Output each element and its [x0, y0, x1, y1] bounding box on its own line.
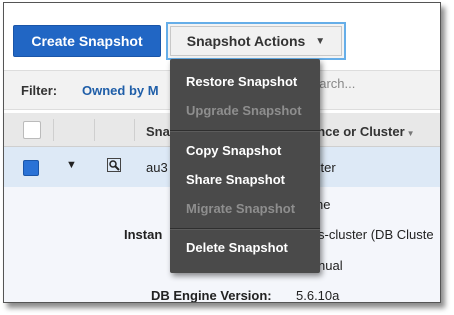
sort-caret-icon: ▼ [406, 129, 415, 138]
menu-item-delete-snapshot[interactable]: Delete Snapshot [186, 240, 288, 255]
column-divider [53, 119, 54, 141]
triangle-down-icon[interactable]: ▼ [66, 159, 77, 171]
create-snapshot-label: Create Snapshot [31, 33, 143, 49]
detail-value-engine-version: 5.6.10a [296, 288, 340, 303]
toolbar: Create Snapshot Snapshot Actions ▼ [4, 3, 440, 65]
menu-divider [170, 228, 320, 230]
chevron-down-icon: ▼ [315, 35, 326, 47]
detail-value-3: nual [318, 258, 343, 273]
select-all-checkbox[interactable] [23, 121, 41, 139]
menu-item-restore-snapshot[interactable]: Restore Snapshot [186, 74, 297, 89]
detail-value-instance: s-cluster (DB Cluste [318, 227, 434, 242]
menu-divider [170, 130, 320, 132]
column-header-snapshot[interactable]: Sna [146, 124, 170, 139]
snapshot-actions-menu: Restore Snapshot Upgrade Snapshot Copy S… [170, 59, 320, 273]
snapshot-actions-label: Snapshot Actions [186, 33, 306, 49]
column-header-instance-cluster-label: ance or Cluster [310, 124, 405, 139]
menu-item-migrate-snapshot: Migrate Snapshot [186, 201, 296, 216]
menu-item-share-snapshot[interactable]: Share Snapshot [186, 172, 285, 187]
column-header-instance-cluster[interactable]: ance or Cluster ▼ [310, 124, 415, 139]
filter-label: Filter: [21, 83, 58, 98]
app-window: Create Snapshot Snapshot Actions ▼ Filte… [3, 2, 441, 303]
column-divider [134, 119, 135, 141]
column-divider [94, 119, 95, 141]
detail-label-engine-version: DB Engine Version: [151, 288, 272, 303]
menu-item-upgrade-snapshot: Upgrade Snapshot [186, 103, 302, 118]
filter-owner-dropdown[interactable]: Owned by M [82, 83, 159, 98]
magnifier-icon[interactable] [107, 158, 121, 172]
snapshot-actions-button[interactable]: Snapshot Actions ▼ [166, 22, 346, 60]
create-snapshot-button[interactable]: Create Snapshot [13, 25, 161, 57]
row-checkbox[interactable] [23, 160, 39, 176]
detail-label-instance: Instan [124, 227, 163, 242]
menu-item-copy-snapshot[interactable]: Copy Snapshot [186, 143, 281, 158]
row-snapshot-id: au3 [146, 160, 168, 175]
